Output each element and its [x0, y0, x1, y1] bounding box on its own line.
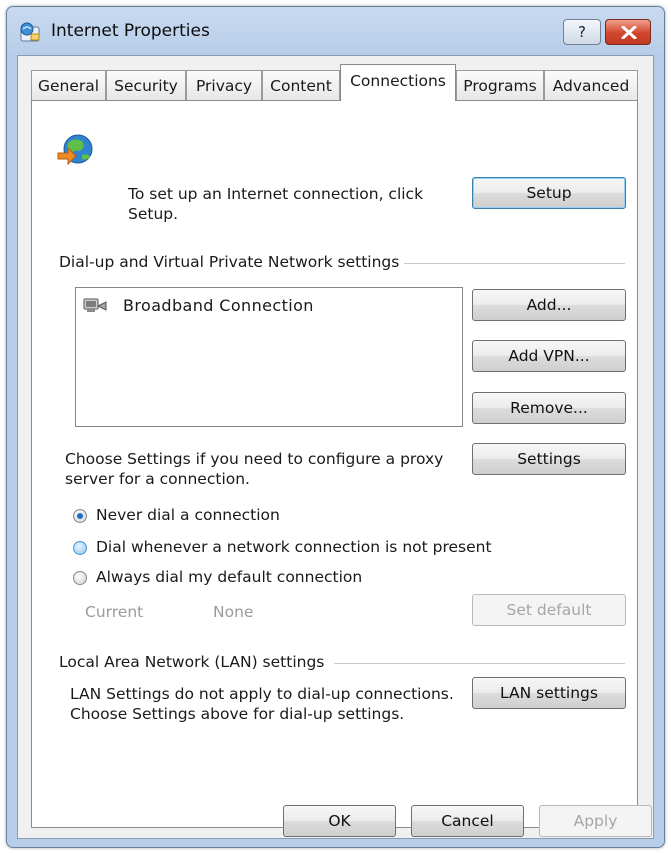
- current-label: Current: [85, 603, 144, 621]
- broadband-connection-icon: [83, 298, 107, 312]
- connections-listbox[interactable]: Broadband Connection: [75, 287, 463, 427]
- lan-description-line1: LAN Settings do not apply to dial-up con…: [70, 685, 454, 703]
- current-value: None: [213, 603, 254, 621]
- connections-panel: To set up an Internet connection, click …: [31, 100, 638, 828]
- lan-settings-button[interactable]: LAN settings: [472, 677, 626, 709]
- window-title: Internet Properties: [51, 21, 210, 41]
- radio-never-dial-label[interactable]: Never dial a connection: [96, 506, 280, 525]
- apply-button[interactable]: Apply: [539, 805, 652, 837]
- close-button[interactable]: [605, 19, 651, 45]
- proxy-settings-description-line1: Choose Settings if you need to configure…: [65, 450, 444, 468]
- radio-always-dial[interactable]: [73, 571, 87, 585]
- cancel-button[interactable]: Cancel: [411, 805, 524, 837]
- radio-dial-whenever[interactable]: [73, 541, 87, 555]
- lan-description-line2: Choose Settings above for dial-up settin…: [70, 705, 405, 723]
- internet-globe-icon: [57, 134, 93, 166]
- proxy-settings-description-line2: server for a connection.: [65, 470, 250, 488]
- dialup-group-divider: [404, 263, 625, 264]
- tab-content[interactable]: Content: [262, 70, 340, 100]
- connection-item-broadband[interactable]: Broadband Connection: [123, 296, 314, 315]
- close-icon: [621, 26, 637, 39]
- tab-security[interactable]: Security: [106, 70, 186, 100]
- tab-connections[interactable]: Connections: [340, 64, 456, 101]
- tab-advanced[interactable]: Advanced: [544, 70, 638, 100]
- lan-group-label: Local Area Network (LAN) settings: [59, 653, 325, 671]
- ok-button[interactable]: OK: [283, 805, 396, 837]
- add-vpn-button[interactable]: Add VPN...: [472, 340, 626, 372]
- dialog-client-area: General Security Privacy Content Connect…: [17, 55, 654, 839]
- setup-description-line1: To set up an Internet connection, click: [128, 185, 424, 203]
- internet-properties-window: Internet Properties ? General Security P…: [6, 6, 665, 848]
- dialup-group-label: Dial-up and Virtual Private Network sett…: [59, 253, 400, 271]
- setup-button[interactable]: Setup: [472, 177, 626, 209]
- internet-properties-icon: [20, 22, 40, 42]
- add-button[interactable]: Add...: [472, 289, 626, 321]
- radio-always-dial-label[interactable]: Always dial my default connection: [96, 568, 362, 587]
- lan-group-divider: [334, 663, 625, 664]
- setup-description-line2: Setup.: [128, 205, 179, 223]
- settings-button[interactable]: Settings: [472, 443, 626, 475]
- set-default-button[interactable]: Set default: [472, 594, 626, 626]
- radio-never-dial[interactable]: [73, 509, 87, 523]
- radio-dial-whenever-label[interactable]: Dial whenever a network connection is no…: [96, 538, 492, 557]
- tab-programs[interactable]: Programs: [456, 70, 544, 100]
- remove-button[interactable]: Remove...: [472, 392, 626, 424]
- tab-privacy[interactable]: Privacy: [186, 70, 262, 100]
- title-bar[interactable]: Internet Properties ?: [7, 7, 664, 55]
- help-button[interactable]: ?: [563, 19, 601, 45]
- tab-general[interactable]: General: [31, 70, 106, 100]
